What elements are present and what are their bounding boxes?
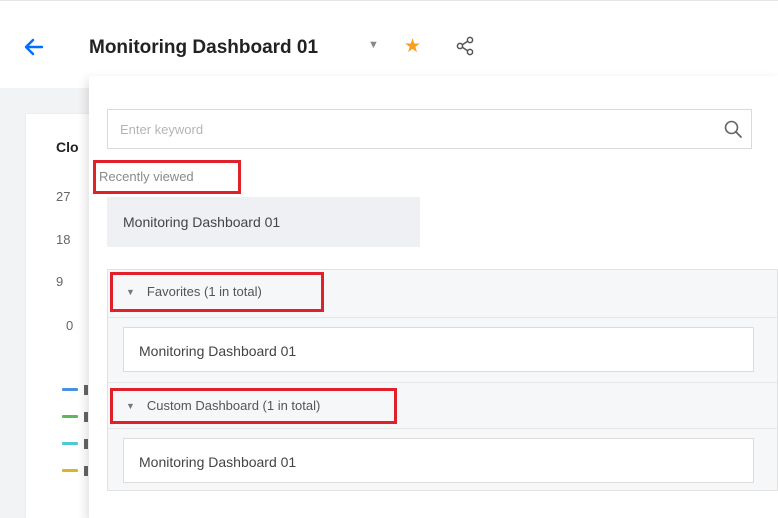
y-tick: 18	[56, 232, 71, 247]
triangle-down-icon: ▼	[126, 287, 135, 297]
legend-label-fragment	[84, 385, 88, 395]
favorites-dashboard-item[interactable]: Monitoring Dashboard 01	[123, 327, 754, 372]
group-header-favorites[interactable]: ▼ Favorites (1 in total)	[108, 270, 777, 314]
dashboard-switcher-dropdown: Recently viewed Monitoring Dashboard 01 …	[89, 76, 778, 518]
y-tick: 9	[56, 274, 64, 289]
star-icon[interactable]: ★	[404, 35, 421, 58]
caret-down-icon[interactable]: ▼	[368, 39, 379, 51]
search-box	[107, 109, 752, 149]
y-tick: 27	[56, 189, 71, 204]
header-bar: Monitoring Dashboard 01 ▼ ★	[0, 0, 778, 88]
custom-dashboard-item[interactable]: Monitoring Dashboard 01	[123, 438, 754, 483]
divider	[108, 317, 777, 318]
legend-swatch	[62, 469, 78, 472]
chart-card-title: Clo	[56, 139, 79, 155]
y-tick: 0	[66, 318, 74, 333]
legend-label-fragment	[84, 412, 88, 422]
legend-label-fragment	[84, 466, 88, 476]
divider	[108, 382, 777, 383]
dashboard-groups: ▼ Favorites (1 in total) Monitoring Dashb…	[107, 269, 778, 491]
legend-swatch	[62, 415, 78, 418]
divider	[108, 428, 777, 429]
search-input[interactable]	[108, 110, 708, 148]
group-label-box: ▼ Custom Dashboard (1 in total)	[110, 388, 397, 424]
dashboard-title[interactable]: Monitoring Dashboard 01	[89, 37, 318, 59]
group-header-custom-dashboard[interactable]: ▼ Custom Dashboard (1 in total)	[108, 384, 777, 428]
group-label-favorites: Favorites (1 in total)	[146, 284, 262, 299]
share-icon[interactable]	[455, 36, 475, 56]
group-label-custom-dashboard: Custom Dashboard (1 in total)	[146, 398, 321, 413]
back-arrow-icon[interactable]	[22, 35, 46, 59]
recent-dashboard-item[interactable]: Monitoring Dashboard 01	[107, 197, 420, 247]
triangle-down-icon: ▼	[126, 401, 135, 411]
search-icon[interactable]	[723, 119, 743, 139]
legend-label-fragment	[84, 439, 88, 449]
group-label-box: ▼ Favorites (1 in total)	[110, 272, 324, 312]
legend-swatch	[62, 388, 78, 391]
recently-viewed-label: Recently viewed	[93, 160, 241, 194]
legend-swatch	[62, 442, 78, 445]
